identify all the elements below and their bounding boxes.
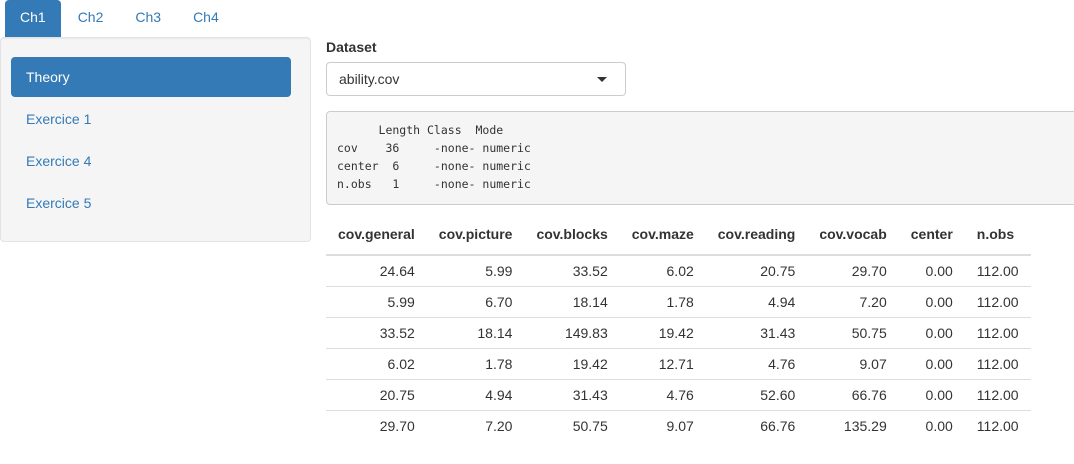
table-cell: 112.00 (976, 418, 1019, 434)
table-cell: 112.00 (964, 379, 1031, 411)
table-cell: 18.14 (524, 286, 620, 318)
column-header: cov.vocab (807, 214, 899, 256)
table-cell: 1.78 (426, 348, 525, 380)
table-cell: 66.76 (807, 379, 899, 411)
column-header: center (898, 214, 965, 256)
table-cell: 18.14 (426, 317, 525, 349)
table-cell: 0.00 (898, 317, 965, 349)
sidebar-item-exercice-4[interactable]: Exercice 4 (11, 141, 291, 181)
table-cell: 135.29 (843, 418, 887, 434)
table-cell: 6.02 (619, 255, 706, 287)
caret-down-icon (597, 77, 607, 82)
sidebar-item-theory[interactable]: Theory (11, 57, 291, 97)
column-header: cov.picture (426, 214, 525, 256)
table-cell: 33.52 (326, 317, 427, 349)
table-row: 20.75 4.94 31.43 4.76 52.60 66.76 0.00 112.00 (326, 379, 1031, 411)
tab-ch3[interactable]: Ch3 (120, 0, 176, 37)
table-row: 5.99 6.70 18.14 1.78 4.94 7.20 0.00 112.00 (326, 286, 1031, 318)
dataset-selected-value: ability.cov (339, 71, 400, 87)
table-cell: 149.83 (524, 317, 620, 349)
table-cell: 4.76 (619, 379, 706, 411)
table-row: 29.70 7.20 50.75 9.07 66.76 135.29 0.00 112.00 (326, 411, 1031, 442)
table-cell: 20.75 (326, 379, 427, 411)
tab-ch4[interactable]: Ch4 (178, 0, 234, 37)
table-cell: 0.00 (925, 418, 953, 434)
dataset-label: Dataset (326, 39, 377, 55)
column-header: cov.general (326, 214, 427, 256)
table-cell: 33.52 (524, 255, 620, 287)
table-cell: 9.07 (666, 418, 694, 434)
chapter-tabs: Ch1 Ch2 Ch3 Ch4 (5, 0, 236, 37)
table-cell: 9.07 (807, 348, 899, 380)
column-header: n.obs (964, 214, 1031, 256)
table-cell: 0.00 (898, 286, 965, 318)
table-cell: 1.78 (619, 286, 706, 318)
data-table: cov.general cov.picture cov.blocks cov.maze… (326, 214, 1031, 441)
table-cell: 24.64 (326, 255, 427, 287)
table-cell: 31.43 (524, 379, 620, 411)
tab-ch2[interactable]: Ch2 (63, 0, 119, 37)
tab-ch1[interactable]: Ch1 (5, 0, 61, 37)
table-cell: 19.42 (619, 317, 706, 349)
table-cell: 19.42 (524, 348, 620, 380)
table-cell: 29.70 (807, 255, 899, 287)
table-cell: 6.70 (426, 286, 525, 318)
column-header: cov.reading (705, 214, 808, 256)
dataset-select[interactable]: ability.cov (326, 62, 626, 96)
table-cell: 29.70 (379, 418, 415, 434)
table-row: 24.64 5.99 33.52 6.02 20.75 29.70 0.00 112.00 (326, 255, 1031, 287)
table-body: 24.64 5.99 33.52 6.02 20.75 29.70 0.00 112.00 5.… (326, 255, 1031, 441)
table-cell: 66.76 (760, 418, 796, 434)
table-cell: 112.00 (964, 286, 1031, 318)
table-header-row: cov.general cov.picture cov.blocks cov.maze… (326, 214, 1031, 256)
table-cell: 0.00 (898, 379, 965, 411)
main-panel: Dataset ability.cov Length Class Mode co… (326, 37, 1074, 441)
table-cell: 0.00 (898, 255, 965, 287)
table-cell: 31.43 (705, 317, 808, 349)
table-cell: 4.94 (705, 286, 808, 318)
table-row: 6.02 1.78 19.42 12.71 4.76 9.07 0.00 112.00 (326, 348, 1031, 380)
summary-output: Length Class Mode cov 36 -none- numeric … (326, 111, 1074, 205)
sidebar: Theory Exercice 1 Exercice 4 Exercice 5 (0, 37, 311, 242)
table-cell: 112.00 (964, 255, 1031, 287)
column-header: cov.maze (619, 214, 706, 256)
table-cell: 52.60 (705, 379, 808, 411)
sidebar-item-exercice-1[interactable]: Exercice 1 (11, 99, 291, 139)
sidebar-item-exercice-5[interactable]: Exercice 5 (11, 183, 291, 223)
table-cell: 4.94 (426, 379, 525, 411)
table-cell: 5.99 (326, 286, 427, 318)
table-cell: 50.75 (807, 317, 899, 349)
table-cell: 112.00 (964, 348, 1031, 380)
table-cell: 0.00 (898, 348, 965, 380)
column-header: cov.blocks (524, 214, 620, 256)
table-cell: 20.75 (705, 255, 808, 287)
table-cell: 7.20 (485, 418, 513, 434)
table-cell: 12.71 (619, 348, 706, 380)
table-cell: 50.75 (572, 418, 608, 434)
table-row: 33.52 18.14 149.83 19.42 31.43 50.75 0.00 112.0… (326, 317, 1031, 349)
table-cell: 5.99 (426, 255, 525, 287)
table-cell: 6.02 (326, 348, 427, 380)
table-cell: 112.00 (964, 317, 1031, 349)
table-cell: 7.20 (807, 286, 899, 318)
table-cell: 4.76 (705, 348, 808, 380)
